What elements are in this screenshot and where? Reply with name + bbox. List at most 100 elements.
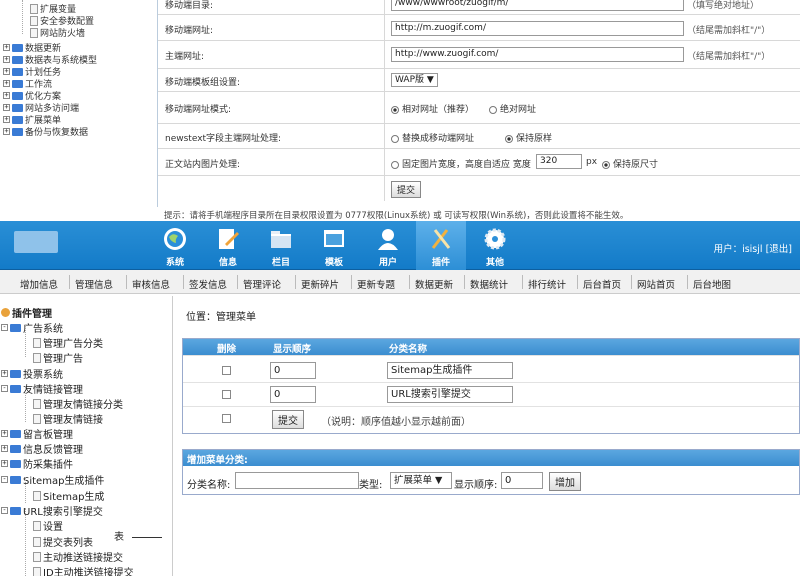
nav-globe[interactable]: 系统 [150,221,200,270]
top-tree-item[interactable]: + 数据更新 [3,42,61,54]
plugin-tree-item[interactable]: 管理广告分类 [33,335,103,350]
top-tree-item[interactable]: + 优化方案 [3,90,61,102]
top-tree-item[interactable]: + 工作流 [3,78,52,90]
order-input[interactable]: 0 [270,386,316,403]
plugin-tree-item[interactable]: + 信息反馈管理 [1,441,83,456]
newstext-keep-radio[interactable]: 保持原样 [505,131,552,144]
nav-plugin[interactable]: 插件 [416,221,466,270]
setting-input[interactable]: http://m.zuogif.com/ [391,21,684,36]
add-type-select[interactable]: 扩展菜单 ▼ [390,472,452,489]
plugin-tree-item[interactable]: Sitemap生成 [33,488,104,503]
plugin-tree-item[interactable]: - 广告系统 [1,320,63,335]
plugin-tree-item[interactable]: 管理友情链接分类 [33,396,123,411]
top-tree-item[interactable]: + 数据表与系统模型 [3,54,97,66]
menu-item[interactable]: 增加信息 [20,277,58,291]
plugin-tree-item[interactable]: 管理广告 [33,350,83,365]
add-button[interactable]: 增加 [549,472,581,491]
menu-separator [351,275,352,289]
plugin-tree-item[interactable]: 提交表列表 [33,534,93,549]
menu-item[interactable]: 数据更新 [415,277,453,291]
top-tree-item[interactable]: + 网站多访问端 [3,102,79,114]
nav-edit[interactable]: 信息 [203,221,253,270]
nav-folder[interactable]: 栏目 [256,221,306,270]
folder-icon [10,323,21,332]
menu-item[interactable]: 网站首页 [637,277,675,291]
expand-icon[interactable]: + [1,430,8,437]
plugin-tree-item[interactable]: + 留言板管理 [1,426,73,441]
expand-icon[interactable]: + [3,92,10,99]
top-tree-item[interactable]: + 扩展菜单 [3,114,61,126]
expand-icon[interactable]: + [1,445,8,452]
folder-icon [10,459,21,468]
top-tree-item[interactable]: 扩展变量 [30,3,76,15]
top-tree-item[interactable]: 网站防火墙 [30,27,85,39]
add-menu-header: 增加菜单分类: [183,450,799,466]
newstext-replace-radio[interactable]: 替换成移动端网址 [391,131,474,144]
expand-icon[interactable]: + [3,80,10,87]
expand-icon[interactable]: + [3,44,10,51]
expand-icon[interactable]: + [1,460,8,467]
top-tree-item[interactable]: 安全参数配置 [30,15,94,27]
collapse-icon[interactable]: - [1,507,8,514]
expand-icon[interactable]: + [3,104,10,111]
mode-relative-radio[interactable]: 相对网址（推荐） [391,102,474,115]
menu-item[interactable]: 排行统计 [528,277,566,291]
menu-item[interactable]: 管理信息 [75,277,113,291]
plugin-tree-item[interactable]: 管理友情链接 [33,411,103,426]
nav-template[interactable]: 模板 [309,221,359,270]
menu-item[interactable]: 数据统计 [470,277,508,291]
menu-item[interactable]: 签发信息 [189,277,227,291]
plugin-tree-item[interactable]: ID主动推送链接提交 [33,564,134,576]
delete-checkbox[interactable] [222,414,231,423]
image-width-input[interactable]: 320 [536,154,582,169]
name-input[interactable]: URL搜索引擎提交 [387,386,513,403]
plugin-tree-label: 信息反馈管理 [23,445,83,456]
expand-icon[interactable]: + [3,56,10,63]
expand-icon[interactable]: + [3,116,10,123]
top-tree-item[interactable]: + 备份与恢复数据 [3,126,88,138]
template-select[interactable]: WAP版 ▼ [391,73,438,87]
name-input[interactable]: Sitemap生成插件 [387,362,513,379]
delete-checkbox[interactable] [222,390,231,399]
menu-item[interactable]: 更新专题 [357,277,395,291]
plugin-tree-item[interactable]: - Sitemap生成插件 [1,472,104,487]
collapse-icon[interactable]: - [1,476,8,483]
col-divider [384,69,385,91]
nav-user[interactable]: 用户 [363,221,413,270]
plugin-tree-item[interactable]: - URL搜索引擎提交 [1,503,103,518]
plugin-tree-item[interactable]: 设置 [33,518,63,533]
expand-icon[interactable]: + [1,370,8,377]
image-keep-radio[interactable]: 保持原尺寸 [602,157,658,170]
menu-item[interactable]: 后台首页 [583,277,621,291]
menu-item[interactable]: 后台地图 [693,277,731,291]
setting-input[interactable]: http://www.zuogif.com/ [391,47,684,62]
expand-icon[interactable]: + [3,68,10,75]
plugin-tree-item[interactable]: + 防采集插件 [1,456,73,471]
order-input[interactable]: 0 [270,362,316,379]
plugin-tree-item[interactable]: 主动推送链接提交 [33,549,123,564]
folder-icon [12,115,23,124]
expand-icon[interactable]: + [3,128,10,135]
table-submit-button[interactable]: 提交 [272,410,304,429]
top-tree-item[interactable]: + 计划任务 [3,66,61,78]
setting-input[interactable]: /www/wwwroot/zuogif/m/ [391,0,684,11]
menu-item[interactable]: 更新碎片 [301,277,339,291]
plugin-tree-label: 管理友情链接 [43,415,103,426]
delete-checkbox[interactable] [222,366,231,375]
add-order-input[interactable]: 0 [501,472,543,489]
collapse-icon[interactable]: - [1,324,8,331]
image-fixed-radio[interactable]: 固定图片宽度，高度自适应 宽度 [391,157,531,170]
mode-absolute-radio[interactable]: 绝对网址 [489,102,536,115]
menu-item[interactable]: 审核信息 [132,277,170,291]
add-name-input[interactable] [235,472,359,489]
logout-link[interactable]: [退出] [766,244,792,255]
nav-label: 插件 [431,258,450,268]
image-fixed-label: 固定图片宽度，高度自适应 宽度 [402,160,531,170]
menu-item[interactable]: 管理评论 [243,277,281,291]
top-submit-button[interactable]: 提交 [391,181,422,198]
collapse-icon[interactable]: - [1,385,8,392]
document-icon [33,551,41,562]
plugin-tree-item[interactable]: + 投票系统 [1,366,63,381]
nav-gear[interactable]: 其他 [470,221,520,270]
plugin-tree-item[interactable]: - 友情链接管理 [1,381,83,396]
